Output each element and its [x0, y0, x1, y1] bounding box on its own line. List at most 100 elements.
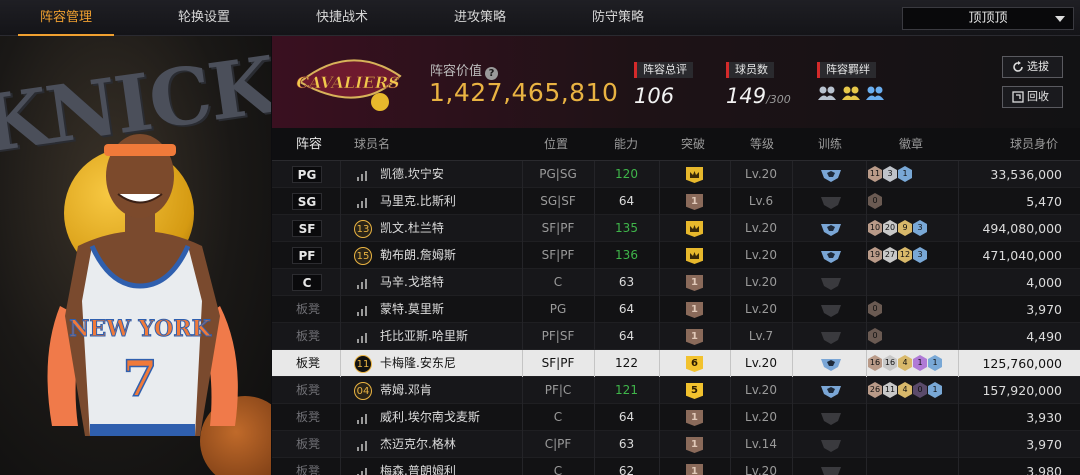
training-crest-icon[interactable] [821, 438, 841, 452]
player-name[interactable]: 托比亚斯.哈里斯 [380, 323, 468, 350]
breakthrough-badge: 6 [686, 356, 703, 372]
training-crest-icon[interactable] [821, 411, 841, 425]
column-ability[interactable]: 能力 [614, 128, 638, 161]
badge-hex[interactable]: 1 [898, 166, 912, 182]
column-name[interactable]: 球员名 [354, 128, 390, 161]
badge-hex[interactable]: 20 [883, 220, 897, 236]
lineup-slot-bench: 板凳 [296, 356, 321, 370]
column-separator [792, 296, 793, 323]
table-row[interactable]: PF 15 勒布朗.詹姆斯 SF|PF 136 Lv.20 19 27 12 3 471,040,0… [272, 242, 1080, 269]
badge-hex[interactable]: 26 [868, 382, 882, 398]
training-crest-icon[interactable] [821, 384, 841, 398]
breakthrough-badge: 1 [686, 302, 703, 318]
player-name[interactable]: 梅森.普朗姆利 [380, 458, 456, 475]
player-ability: 135 [615, 221, 638, 235]
player-name[interactable]: 卡梅隆.安东尼 [380, 350, 456, 377]
badge-hex[interactable]: 3 [883, 166, 897, 182]
column-separator [340, 215, 341, 242]
column-separator [866, 215, 867, 242]
bond-group-silver-icon[interactable] [817, 84, 837, 102]
badge-hex[interactable]: 11 [868, 166, 882, 182]
table-row[interactable]: 板凳 托比亚斯.哈里斯 PF|SF 64 1 Lv.7 0 4,490 [272, 323, 1080, 350]
badge-hex[interactable]: 0 [868, 193, 882, 209]
column-breakthrough[interactable]: 突破 [681, 128, 705, 161]
training-crest-icon[interactable] [821, 168, 841, 182]
recycle-button[interactable]: 回收 [1002, 86, 1063, 108]
player-name[interactable]: 凯德.坎宁安 [380, 161, 444, 188]
player-name[interactable]: 马里克.比斯利 [380, 188, 456, 215]
tab-lineup[interactable]: 阵容管理 [8, 0, 124, 36]
badge-hex[interactable]: 19 [868, 247, 882, 263]
column-separator [792, 431, 793, 458]
lineup-header: CAVALIERS 阵容价值? 1,427,465,810 阵容总评 106 球… [272, 36, 1080, 128]
badge-hex[interactable]: 10 [868, 220, 882, 236]
team-selector[interactable]: 顶顶顶 [902, 7, 1074, 30]
jersey-number-text: 7 [123, 349, 158, 408]
table-row[interactable]: SG 马里克.比斯利 SG|SF 64 1 Lv.6 0 5,470 [272, 188, 1080, 215]
table-row[interactable]: C 马辛.戈塔特 C 63 1 Lv.20 4,000 [272, 269, 1080, 296]
column-worth[interactable]: 球员身价 [1010, 128, 1058, 161]
badge-hex[interactable]: 16 [868, 355, 882, 371]
badge-hex[interactable]: 4 [898, 382, 912, 398]
table-row[interactable]: 板凳 蒙特.莫里斯 PG 64 1 Lv.20 0 3,970 [272, 296, 1080, 323]
player-position: PG|SG [539, 167, 577, 181]
badge-hex[interactable]: 9 [898, 220, 912, 236]
table-row[interactable]: 板凳 杰迈克尔.格林 C|PF 63 1 Lv.14 3,970 [272, 431, 1080, 458]
player-ability: 64 [618, 194, 635, 208]
player-name[interactable]: 威利.埃尔南戈麦斯 [380, 404, 480, 431]
training-crest-icon[interactable] [821, 357, 841, 371]
player-name[interactable]: 蒙特.莫里斯 [380, 296, 444, 323]
player-name[interactable]: 蒂姆.邓肯 [380, 377, 432, 404]
player-worth: 3,970 [1026, 302, 1062, 317]
training-crest-icon[interactable] [821, 465, 841, 475]
table-row[interactable]: PG 凯德.坎宁安 PG|SG 120 Lv.20 11 3 1 33,536,000 [272, 161, 1080, 188]
bond-group-blue-icon[interactable] [865, 84, 885, 102]
badge-hex[interactable]: 0 [868, 328, 882, 344]
column-separator [792, 323, 793, 350]
table-row[interactable]: SF 13 凯文.杜兰特 SF|PF 135 Lv.20 10 20 9 3 494,080,000 [272, 215, 1080, 242]
badge-hex[interactable]: 4 [898, 355, 912, 371]
player-position: C [553, 464, 563, 475]
player-ability: 62 [618, 464, 635, 475]
training-crest-icon[interactable] [821, 249, 841, 263]
column-badges[interactable]: 徽章 [899, 128, 923, 161]
badge-hex[interactable]: 0 [868, 301, 882, 317]
select-button[interactable]: 选拔 [1002, 56, 1063, 78]
training-crest-icon[interactable] [821, 303, 841, 317]
training-crest-icon[interactable] [821, 195, 841, 209]
top-nav: 阵容管理 轮换设置 快捷战术 进攻策略 防守策略 顶顶顶 [0, 0, 1080, 36]
tab-offense[interactable]: 进攻策略 [422, 0, 538, 36]
lineup-slot-badge: PG [292, 166, 322, 183]
column-position[interactable]: 位置 [544, 128, 568, 161]
column-separator [792, 242, 793, 269]
column-training[interactable]: 训练 [818, 128, 842, 161]
column-separator [866, 458, 867, 475]
training-crest-icon[interactable] [821, 222, 841, 236]
column-separator [340, 269, 341, 296]
badge-hex[interactable]: 16 [883, 355, 897, 371]
player-ability: 63 [618, 275, 635, 289]
table-row[interactable]: 板凳 04 蒂姆.邓肯 PF|C 121 5 Lv.20 26 11 4 0 1 157,920,000 [272, 377, 1080, 404]
signal-bars-icon [357, 279, 367, 289]
badge-hex[interactable]: 11 [883, 382, 897, 398]
player-count: 149 [726, 84, 767, 108]
player-name[interactable]: 马辛.戈塔特 [380, 269, 444, 296]
column-level[interactable]: 等级 [750, 128, 774, 161]
badge-hex[interactable]: 12 [898, 247, 912, 263]
training-crest-icon[interactable] [821, 276, 841, 290]
player-name[interactable]: 杰迈克尔.格林 [380, 431, 456, 458]
bond-group-gold-icon[interactable] [841, 84, 861, 102]
player-name[interactable]: 凯文.杜兰特 [380, 215, 444, 242]
training-crest-icon[interactable] [821, 330, 841, 344]
player-position: SF|PF [541, 248, 575, 262]
table-row[interactable]: 板凳 梅森.普朗姆利 C 62 1 Lv.20 3,980 [272, 458, 1080, 475]
tab-quick-tactics[interactable]: 快捷战术 [284, 0, 400, 36]
tab-rotation[interactable]: 轮换设置 [146, 0, 262, 36]
column-lineup[interactable]: 阵容 [296, 128, 322, 161]
player-ability: 64 [618, 329, 635, 343]
badge-hex[interactable]: 27 [883, 247, 897, 263]
tab-defense[interactable]: 防守策略 [560, 0, 676, 36]
table-row[interactable]: 板凳 威利.埃尔南戈麦斯 C 64 1 Lv.20 3,930 [272, 404, 1080, 431]
player-name[interactable]: 勒布朗.詹姆斯 [380, 242, 456, 269]
table-row[interactable]: 板凳 11 卡梅隆.安东尼 SF|PF 122 6 Lv.20 16 16 4 1 1 125,760,… [272, 350, 1080, 377]
